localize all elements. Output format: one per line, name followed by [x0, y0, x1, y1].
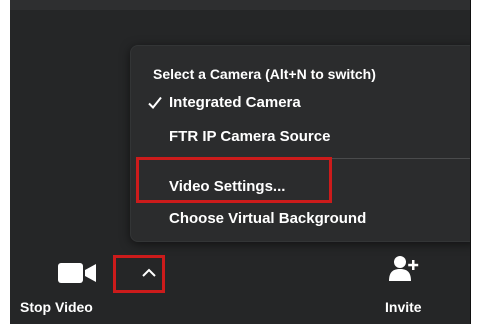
stop-video-button[interactable]: Stop Video [20, 255, 100, 321]
invite-button[interactable]: Invite [385, 255, 435, 321]
stop-video-label: Stop Video [20, 299, 93, 315]
invite-label: Invite [385, 299, 422, 315]
camera-item-ftr-ip-camera-source[interactable]: FTR IP Camera Source [169, 125, 330, 149]
choose-virtual-background-menu-item[interactable]: Choose Virtual Background [169, 207, 366, 231]
video-settings-highlight [136, 157, 332, 203]
checkmark-icon [148, 96, 162, 109]
caret-highlight [113, 255, 165, 293]
video-camera-icon [58, 263, 96, 283]
camera-item-integrated-camera[interactable]: Integrated Camera [169, 91, 301, 115]
add-user-icon [389, 256, 419, 281]
camera-menu: Select a Camera (Alt+N to switch) Integr… [130, 45, 470, 242]
camera-menu-header: Select a Camera (Alt+N to switch) [153, 66, 376, 82]
